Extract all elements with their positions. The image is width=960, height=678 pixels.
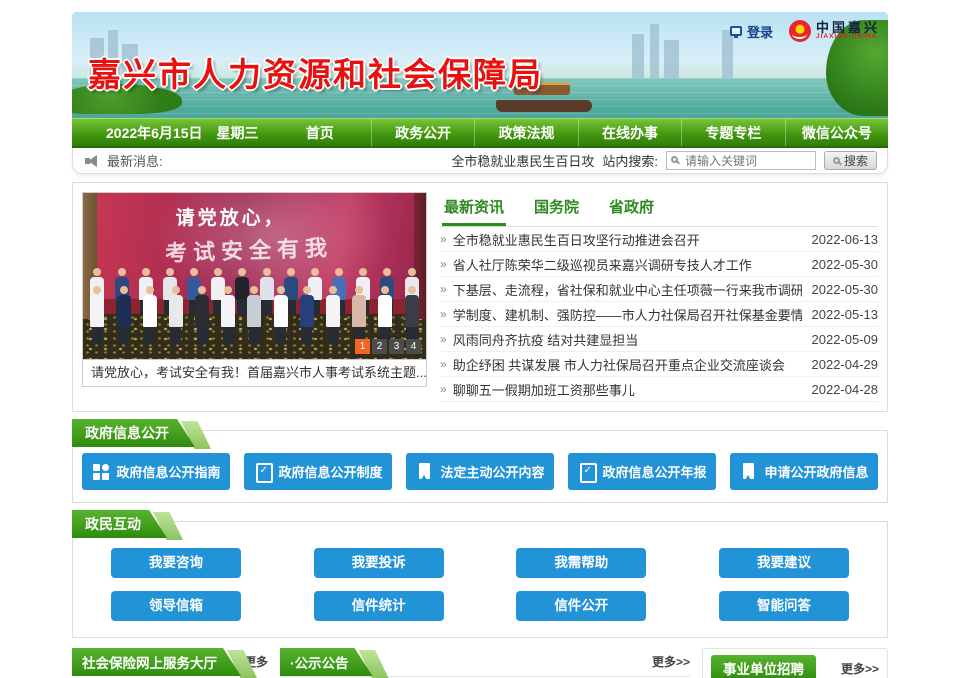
interaction-button[interactable]: 我要投诉 (314, 548, 444, 578)
nav-item[interactable]: 微信公众号 (785, 119, 888, 146)
interaction-button[interactable]: 我要建议 (719, 548, 849, 578)
jiaxing-logo: 中国嘉兴 JIAXING CHINA (789, 20, 880, 42)
nav-item[interactable]: 政策法规 (474, 119, 577, 146)
search-button[interactable]: 搜索 (824, 151, 877, 170)
news-tab[interactable]: 国务院 (532, 192, 581, 226)
gov-info-button[interactable]: 政府信息公开制度 (244, 453, 392, 490)
interaction-header: 政民互动 (72, 510, 167, 538)
carousel-caption[interactable]: 请党放心，考试安全有我！首届嘉兴市人事考试系统主题... (82, 360, 427, 387)
news-panel: 最新资讯国务院省政府 全市稳就业惠民生百日攻坚行动推进会召开 2022-06-1… (440, 192, 878, 402)
button-icon (415, 463, 434, 480)
logo-en: JIAXING CHINA (816, 34, 880, 41)
notice-more-link[interactable]: 更多>> (652, 648, 690, 670)
speaker-icon (85, 155, 99, 167)
news-item[interactable]: 学制度、建机制、强防控——市人力社保局召开社保基金要情专题学习会 2022-05… (440, 302, 878, 327)
main-content: 请党放心， 考试安全有我 1234 请党放心，考试安全有我！首届嘉兴市人事考试系… (72, 182, 888, 412)
photo-banner-text2: 考试安全有我 (165, 230, 334, 268)
interaction-button[interactable]: 信件统计 (314, 591, 444, 621)
carousel-pager: 1234 (355, 339, 421, 354)
interaction-button[interactable]: 信件公开 (516, 591, 646, 621)
page: 嘉兴市人力资源和社会保障局 登录 中国嘉兴 JIAXING CHINA 2022… (72, 0, 888, 678)
double-arrow-icon (440, 382, 447, 396)
interaction-button[interactable]: 我要咨询 (111, 548, 241, 578)
notice-panel-header: ·公示公告 (280, 648, 373, 676)
button-icon (577, 463, 596, 480)
gov-info-button[interactable]: 政府信息公开指南 (82, 453, 230, 490)
nav-item[interactable]: 在线办事 (578, 119, 681, 146)
nav-menu: 首页政务公开政策法规在线办事专题专栏微信公众号 (269, 119, 888, 146)
button-icon (253, 463, 272, 480)
social-panel-header: 社会保险网上服务大厅 (72, 648, 241, 676)
carousel-page-button[interactable]: 4 (406, 339, 421, 354)
recruitment-header: 事业单位招聘 (711, 655, 816, 678)
ticker-scrolling-text[interactable]: 全市稳就业惠民生百日攻 (451, 151, 594, 170)
news-tab[interactable]: 最新资讯 (442, 192, 506, 226)
magnifier-icon (833, 157, 840, 164)
gov-info-header: 政府信息公开 (72, 419, 195, 447)
notice-panel: ·公示公告 更多>> 关于设立嘉善技工学校的公示 2022-05-18 关于公布… (280, 648, 690, 678)
login-label: 登录 (747, 22, 773, 41)
news-item[interactable]: 省人社厅陈荣华二级巡视员来嘉兴调研专技人才工作 2022-05-30 (440, 252, 878, 277)
ticker-label: 最新消息: (107, 151, 163, 170)
interaction-button[interactable]: 我需帮助 (516, 548, 646, 578)
double-arrow-icon (440, 257, 447, 271)
search-input[interactable] (666, 151, 816, 170)
section-interaction: 政民互动 我要咨询 我要投诉 我需帮助 我要建议领导信箱 信件统计 信件公开 智能问答 (72, 510, 888, 638)
news-list: 全市稳就业惠民生百日攻坚行动推进会召开 2022-06-13 省人社厅陈荣华二级… (440, 227, 878, 402)
site-title: 嘉兴市人力资源和社会保障局 (88, 48, 543, 96)
news-tab[interactable]: 省政府 (607, 192, 656, 226)
gov-info-button[interactable]: 申请公开政府信息 (730, 453, 878, 490)
login-icon (730, 26, 742, 36)
news-item[interactable]: 风雨同舟齐抗疫 结对共建显担当 2022-05-09 (440, 327, 878, 352)
button-icon (91, 463, 110, 480)
double-arrow-icon (440, 282, 447, 296)
photo-banner-text1: 请党放心， (176, 203, 286, 230)
nav-item[interactable]: 专题专栏 (681, 119, 784, 146)
photo-carousel: 请党放心， 考试安全有我 1234 请党放心，考试安全有我！首届嘉兴市人事考试系… (82, 192, 427, 402)
double-arrow-icon (440, 357, 447, 371)
news-tabs: 最新资讯国务院省政府 (440, 192, 878, 227)
bottom-row: 社会保险网上服务大厅 更多 个人(单位)社保证明打印办事指南 ·公示公告 更多>… (72, 648, 888, 678)
recruitment-more-link[interactable]: 更多>> (841, 655, 879, 677)
news-item[interactable]: 下基层、走流程，省社保和就业中心主任项薇一行来我市调研“国统”上线情况 2022… (440, 277, 878, 302)
carousel-page-button[interactable]: 2 (372, 339, 387, 354)
news-item[interactable]: 助企纾困 共谋发展 市人力社保局召开重点企业交流座谈会 2022-04-29 (440, 352, 878, 377)
nav-date: 2022年6月15日星期三 (72, 119, 269, 146)
recruitment-panel: 事业单位招聘 更多>> 嘉兴市妇幼保健院2022年公开...2022年嘉兴市属事… (702, 648, 888, 678)
main-nav: 2022年6月15日星期三 首页政务公开政策法规在线办事专题专栏微信公众号 (72, 118, 888, 148)
news-item[interactable]: 聊聊五一假期加班工资那些事儿 2022-04-28 (440, 377, 878, 402)
login-button[interactable]: 登录 (730, 22, 773, 41)
logo-swirl-icon (789, 20, 811, 42)
double-arrow-icon (440, 232, 447, 246)
logo-cn: 中国嘉兴 (816, 21, 880, 35)
interaction-button[interactable]: 智能问答 (719, 591, 849, 621)
banner: 嘉兴市人力资源和社会保障局 登录 中国嘉兴 JIAXING CHINA (72, 12, 888, 118)
interaction-button[interactable]: 领导信箱 (111, 591, 241, 621)
nav-item[interactable]: 首页 (269, 119, 371, 146)
carousel-page-button[interactable]: 1 (355, 339, 370, 354)
social-insurance-panel: 社会保险网上服务大厅 更多 个人(单位)社保证明打印办事指南 (72, 648, 268, 678)
magnifier-icon (671, 156, 678, 163)
double-arrow-icon (440, 307, 447, 321)
site-search-label: 站内搜索: (602, 151, 658, 170)
news-item[interactable]: 全市稳就业惠民生百日攻坚行动推进会召开 2022-06-13 (440, 227, 878, 252)
gov-info-button[interactable]: 法定主动公开内容 (406, 453, 554, 490)
carousel-photo[interactable]: 请党放心， 考试安全有我 1234 (82, 192, 427, 360)
nav-item[interactable]: 政务公开 (371, 119, 474, 146)
crowd-front-row (90, 286, 419, 344)
carousel-page-button[interactable]: 3 (389, 339, 404, 354)
button-icon (739, 463, 758, 480)
section-gov-info: 政府信息公开 政府信息公开指南 政府信息公开制度 法定主动公开内容 政府信息公开… (72, 419, 888, 503)
gov-info-button[interactable]: 政府信息公开年报 (568, 453, 716, 490)
news-ticker-bar: 最新消息: 全市稳就业惠民生百日攻 站内搜索: 搜索 (72, 148, 888, 174)
double-arrow-icon (440, 332, 447, 346)
